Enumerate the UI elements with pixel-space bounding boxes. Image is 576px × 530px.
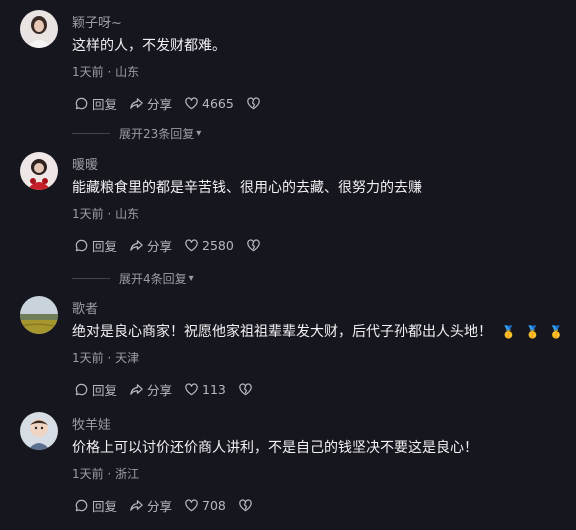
share-label: 分享 [147, 499, 173, 514]
avatar[interactable] [20, 152, 58, 190]
divider-line [72, 133, 110, 134]
share-icon [130, 98, 143, 109]
chevron-down-icon: ▾ [196, 128, 202, 139]
dislike-button[interactable] [246, 238, 261, 253]
like-button[interactable]: 2580 [184, 238, 234, 253]
username[interactable]: 颖子呀~ [72, 12, 122, 31]
comment-meta: 1天前 · 天津 [72, 351, 140, 365]
like-count: 4665 [202, 96, 234, 111]
share-label: 分享 [147, 97, 173, 112]
comment-actions: 回复 分享 4665 [74, 94, 273, 113]
medal-emoji: 🥇 [524, 325, 540, 339]
share-button[interactable]: 分享 [129, 94, 172, 113]
like-count: 113 [202, 382, 226, 397]
share-button[interactable]: 分享 [129, 496, 172, 515]
like-heart-icon [185, 97, 198, 110]
comment-actions: 回复 分享 2580 [74, 236, 273, 255]
dislike-broken-heart-icon [239, 383, 252, 396]
reply-button[interactable]: 回复 [74, 236, 117, 255]
reply-label: 回复 [92, 239, 118, 254]
dislike-button[interactable] [246, 96, 261, 111]
like-heart-icon [185, 499, 198, 512]
comment-text-body: 绝对是良心商家！祝愿他家祖祖辈辈发大财，后代子孙都出人头地！ [72, 324, 492, 340]
reply-icon [75, 499, 88, 512]
reply-button[interactable]: 回复 [74, 380, 117, 399]
like-count: 2580 [202, 238, 234, 253]
reply-label: 回复 [92, 97, 118, 112]
like-button[interactable]: 113 [184, 382, 226, 397]
comment-actions: 回复 分享 113 [74, 380, 265, 399]
chevron-down-icon: ▾ [188, 273, 194, 284]
comment-text: 绝对是良心商家！祝愿他家祖祖辈辈发大财，后代子孙都出人头地！ 🥇 🥇 🥇 [72, 321, 564, 341]
expand-replies-label: 展开4条回复 [119, 272, 187, 286]
medal-emoji: 🥇 [548, 325, 564, 339]
username[interactable]: 歌者 [72, 298, 98, 317]
comment-meta: 1天前 · 山东 [72, 65, 140, 79]
expand-replies-label: 展开23条回复 [119, 127, 195, 141]
share-label: 分享 [147, 239, 173, 254]
comment-text: 这样的人，不发财都难。 [72, 38, 226, 54]
comment-meta: 1天前 · 浙江 [72, 467, 140, 481]
like-heart-icon [185, 239, 198, 252]
like-heart-icon [185, 383, 198, 396]
avatar[interactable] [20, 10, 58, 48]
comment-actions: 回复 分享 708 [74, 496, 265, 515]
like-count: 708 [202, 498, 226, 513]
share-icon [130, 240, 143, 251]
divider-line [72, 278, 110, 279]
medal-emoji: 🥇 [501, 325, 516, 339]
like-button[interactable]: 4665 [184, 96, 234, 111]
reply-icon [75, 97, 88, 110]
dislike-button[interactable] [238, 382, 253, 397]
dislike-broken-heart-icon [247, 239, 260, 252]
dislike-broken-heart-icon [247, 97, 260, 110]
reply-label: 回复 [92, 383, 118, 398]
expand-replies-button[interactable]: 展开4条回复 ▾ [72, 270, 194, 287]
dislike-broken-heart-icon [239, 499, 252, 512]
reply-label: 回复 [92, 499, 118, 514]
username[interactable]: 牧羊娃 [72, 414, 111, 433]
comment-meta: 1天前 · 山东 [72, 207, 140, 221]
comment-text: 能藏粮食里的都是辛苦钱、很用心的去藏、很努力的去赚 [72, 180, 422, 196]
share-button[interactable]: 分享 [129, 380, 172, 399]
share-button[interactable]: 分享 [129, 236, 172, 255]
reply-button[interactable]: 回复 [74, 94, 117, 113]
share-label: 分享 [147, 383, 173, 398]
expand-replies-button[interactable]: 展开23条回复 ▾ [72, 125, 201, 142]
share-icon [130, 384, 143, 395]
dislike-button[interactable] [238, 498, 253, 513]
username[interactable]: 暖暖 [72, 154, 98, 173]
reply-icon [75, 383, 88, 396]
reply-button[interactable]: 回复 [74, 496, 117, 515]
avatar[interactable] [20, 296, 58, 334]
reply-icon [75, 239, 88, 252]
share-icon [130, 500, 143, 511]
avatar[interactable] [20, 412, 58, 450]
comment-text: 价格上可以讨价还价商人讲利，不是自己的钱坚决不要这是良心！ [72, 440, 478, 456]
like-button[interactable]: 708 [184, 498, 226, 513]
